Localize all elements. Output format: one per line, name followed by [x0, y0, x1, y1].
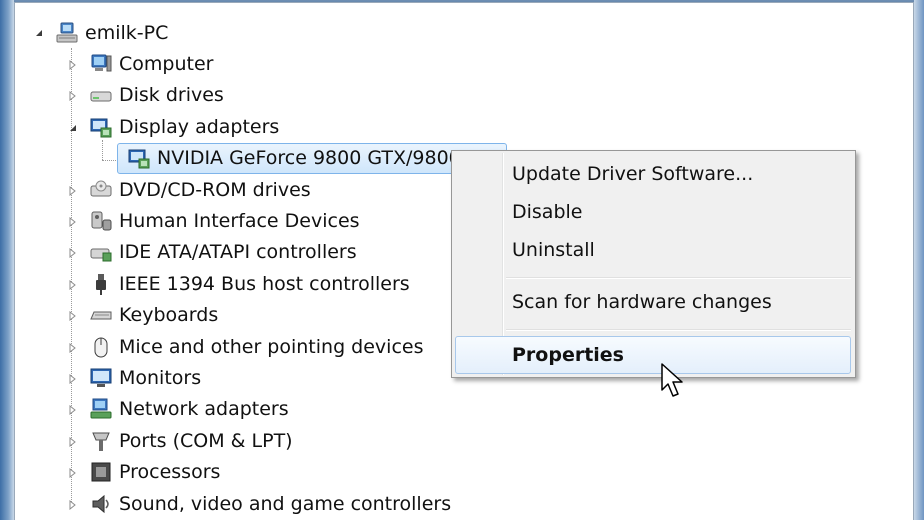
tree-item-label: Computer — [119, 53, 214, 75]
speaker-icon — [89, 492, 113, 516]
expand-arrow-icon[interactable] — [67, 279, 79, 291]
display-adapter-icon — [89, 115, 113, 139]
context-menu[interactable]: Update Driver Software... Disable Uninst… — [451, 150, 856, 378]
tree-item-label: Display adapters — [119, 115, 280, 138]
expand-arrow-icon[interactable] — [67, 247, 79, 259]
tree-category-item[interactable]: Monitors — [67, 363, 201, 393]
ide-controller-icon — [89, 240, 113, 264]
port-icon — [89, 429, 113, 453]
tree-item-label: Disk drives — [119, 84, 224, 107]
tree-item-label: Mice and other pointing devices — [119, 335, 424, 358]
expand-arrow-icon[interactable] — [67, 90, 79, 102]
tree-category-item[interactable]: Ports (COM & LPT) — [67, 426, 293, 456]
tree-root-label: emilk-PC — [85, 22, 169, 44]
expand-arrow-icon[interactable] — [67, 499, 79, 511]
tree-item-label: NVIDIA GeForce 9800 GTX/9800 — [157, 147, 461, 170]
tree-root[interactable]: emilk-PC — [31, 18, 168, 48]
expand-arrow-icon[interactable] — [67, 185, 79, 197]
tree-child-item[interactable]: NVIDIA GeForce 9800 GTX/9800 — [127, 143, 461, 173]
tree-category-item[interactable]: IEEE 1394 Bus host controllers — [67, 269, 410, 299]
tree-item-label: Human Interface Devices — [119, 210, 360, 232]
tree-connector — [102, 160, 118, 161]
expand-arrow-icon[interactable] — [67, 404, 79, 416]
menu-disable[interactable]: Disable — [512, 197, 582, 227]
tree-item-label: IDE ATA/ATAPI controllers — [119, 241, 357, 264]
tree-connector — [102, 140, 103, 160]
menu-properties[interactable]: Properties — [512, 340, 624, 370]
computer-network-icon — [55, 21, 79, 45]
monitor-icon — [89, 366, 113, 390]
disk-drive-icon — [89, 83, 113, 107]
tree-category-item[interactable]: DVD/CD-ROM drives — [67, 175, 311, 205]
tree-category-item[interactable]: Display adapters — [67, 112, 279, 142]
processor-icon — [89, 460, 113, 484]
tree-item-label: DVD/CD-ROM drives — [119, 178, 311, 201]
expand-arrow-icon[interactable] — [67, 467, 79, 479]
expand-arrow-icon[interactable] — [67, 59, 79, 71]
keyboard-icon — [89, 303, 113, 327]
expand-arrow-icon[interactable] — [67, 373, 79, 385]
expand-arrow-icon[interactable] — [67, 436, 79, 448]
menu-scan-hardware[interactable]: Scan for hardware changes — [512, 287, 772, 317]
collapse-arrow-icon[interactable] — [67, 122, 79, 134]
tree-item-label: Network adapters — [119, 398, 289, 421]
tree-item-label: Sound, video and game controllers — [119, 492, 452, 515]
firewire-icon — [89, 272, 113, 296]
tree-category-item[interactable]: Network adapters — [67, 394, 289, 424]
tree-category-item[interactable]: Keyboards — [67, 300, 218, 330]
tree-category-item[interactable]: Disk drives — [67, 80, 224, 110]
tree-category-item[interactable]: IDE ATA/ATAPI controllers — [67, 237, 357, 267]
menu-update-driver[interactable]: Update Driver Software... — [512, 159, 753, 189]
collapse-arrow-icon[interactable] — [33, 27, 45, 39]
expand-arrow-icon[interactable] — [67, 216, 79, 228]
dvd-drive-icon — [89, 178, 113, 202]
tree-item-label: Monitors — [119, 367, 202, 389]
tree-item-label: Processors — [119, 461, 221, 484]
expand-arrow-icon[interactable] — [67, 310, 79, 322]
tree-item-label: Ports (COM & LPT) — [119, 429, 293, 452]
computer-icon — [89, 52, 113, 76]
display-adapter-icon — [127, 146, 151, 170]
tree-category-item[interactable]: Computer — [67, 49, 213, 79]
menu-uninstall[interactable]: Uninstall — [512, 235, 595, 265]
hid-icon — [89, 209, 113, 233]
mouse-cursor-icon — [660, 362, 688, 400]
window-frame-left — [0, 0, 14, 520]
menu-separator — [506, 277, 851, 279]
expand-arrow-icon[interactable] — [67, 342, 79, 354]
network-adapter-icon — [89, 397, 113, 421]
tree-category-item[interactable]: Processors — [67, 457, 220, 487]
tree-item-label: Keyboards — [119, 304, 219, 327]
mouse-icon — [89, 335, 113, 359]
tree-category-item[interactable]: Mice and other pointing devices — [67, 332, 423, 362]
menu-separator — [506, 329, 851, 331]
tree-category-item[interactable]: Human Interface Devices — [67, 206, 360, 236]
tree-item-label: IEEE 1394 Bus host controllers — [119, 272, 410, 295]
tree-category-item[interactable]: Sound, video and game controllers — [67, 489, 451, 519]
window-frame-top — [0, 0, 924, 15]
window-frame-right — [914, 0, 924, 520]
